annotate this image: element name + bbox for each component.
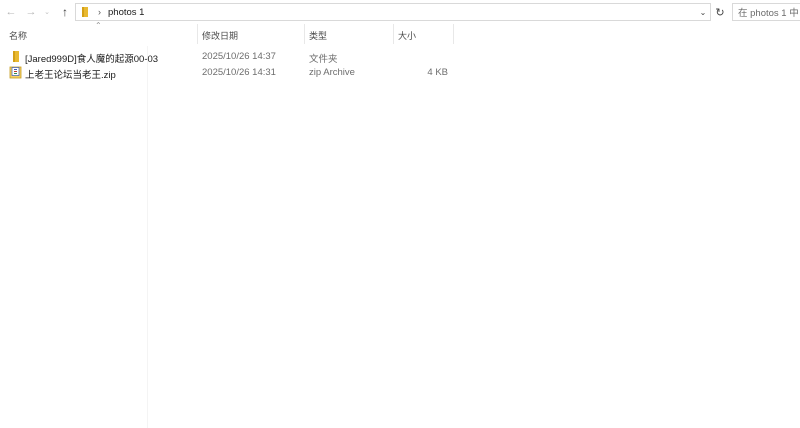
folder-icon <box>79 6 91 18</box>
up-button[interactable]: ↑ <box>57 4 73 20</box>
file-date: 2025/10/26 14:31 <box>202 67 276 78</box>
refresh-icon: ↻ <box>715 6 725 19</box>
list-item[interactable]: [Jared999D]食人魔的起源00-03 2025/10/26 14:37 … <box>0 49 460 65</box>
address-toolbar: ← → ⌄ ↑ › photos 1 ⌄ ↻ 在 photos 1 中 <box>0 0 800 24</box>
list-item[interactable]: 上老王论坛当老王.zip 2025/10/26 14:31 zip Archiv… <box>0 65 460 81</box>
column-header-name[interactable]: 名称 <box>9 26 27 44</box>
arrow-right-icon: → <box>25 6 37 18</box>
search-placeholder: 在 photos 1 中 <box>738 8 799 19</box>
column-divider[interactable] <box>393 24 394 44</box>
column-header-size[interactable]: 大小 <box>398 26 416 44</box>
back-button[interactable]: ← <box>3 4 19 20</box>
breadcrumb-item-photos[interactable]: photos 1 <box>108 7 144 18</box>
file-name: [Jared999D]食人魔的起源00-03 <box>25 54 159 65</box>
file-type: zip Archive <box>309 67 355 78</box>
refresh-button[interactable]: ↻ <box>713 4 727 20</box>
address-history-dropdown[interactable]: ⌄ <box>696 4 710 20</box>
search-input[interactable]: 在 photos 1 中 <box>732 3 800 21</box>
column-divider[interactable] <box>197 24 198 44</box>
file-date: 2025/10/26 14:37 <box>202 51 276 62</box>
column-header-date[interactable]: 修改日期 <box>202 26 238 44</box>
breadcrumb-separator[interactable]: › <box>98 7 101 17</box>
chevron-down-icon: ⌄ <box>44 9 50 16</box>
folder-icon <box>9 50 22 63</box>
file-type: 文件夹 <box>309 54 338 65</box>
column-guide <box>147 46 148 428</box>
address-bar[interactable]: › photos 1 ⌄ <box>75 3 711 21</box>
file-name: 上老王论坛当老王.zip <box>25 70 116 81</box>
sort-ascending-icon: ⌃ <box>95 21 102 30</box>
column-divider[interactable] <box>453 24 454 44</box>
column-divider[interactable] <box>304 24 305 44</box>
file-size: 4 KB <box>427 67 448 78</box>
column-header-type[interactable]: 类型 <box>309 26 327 44</box>
zip-archive-icon <box>9 66 22 79</box>
chevron-down-icon: ⌄ <box>699 7 707 17</box>
forward-button[interactable]: → <box>23 4 39 20</box>
recent-locations-button[interactable]: ⌄ <box>41 4 53 20</box>
arrow-left-icon: ← <box>5 6 17 18</box>
arrow-up-icon: ↑ <box>62 5 68 19</box>
